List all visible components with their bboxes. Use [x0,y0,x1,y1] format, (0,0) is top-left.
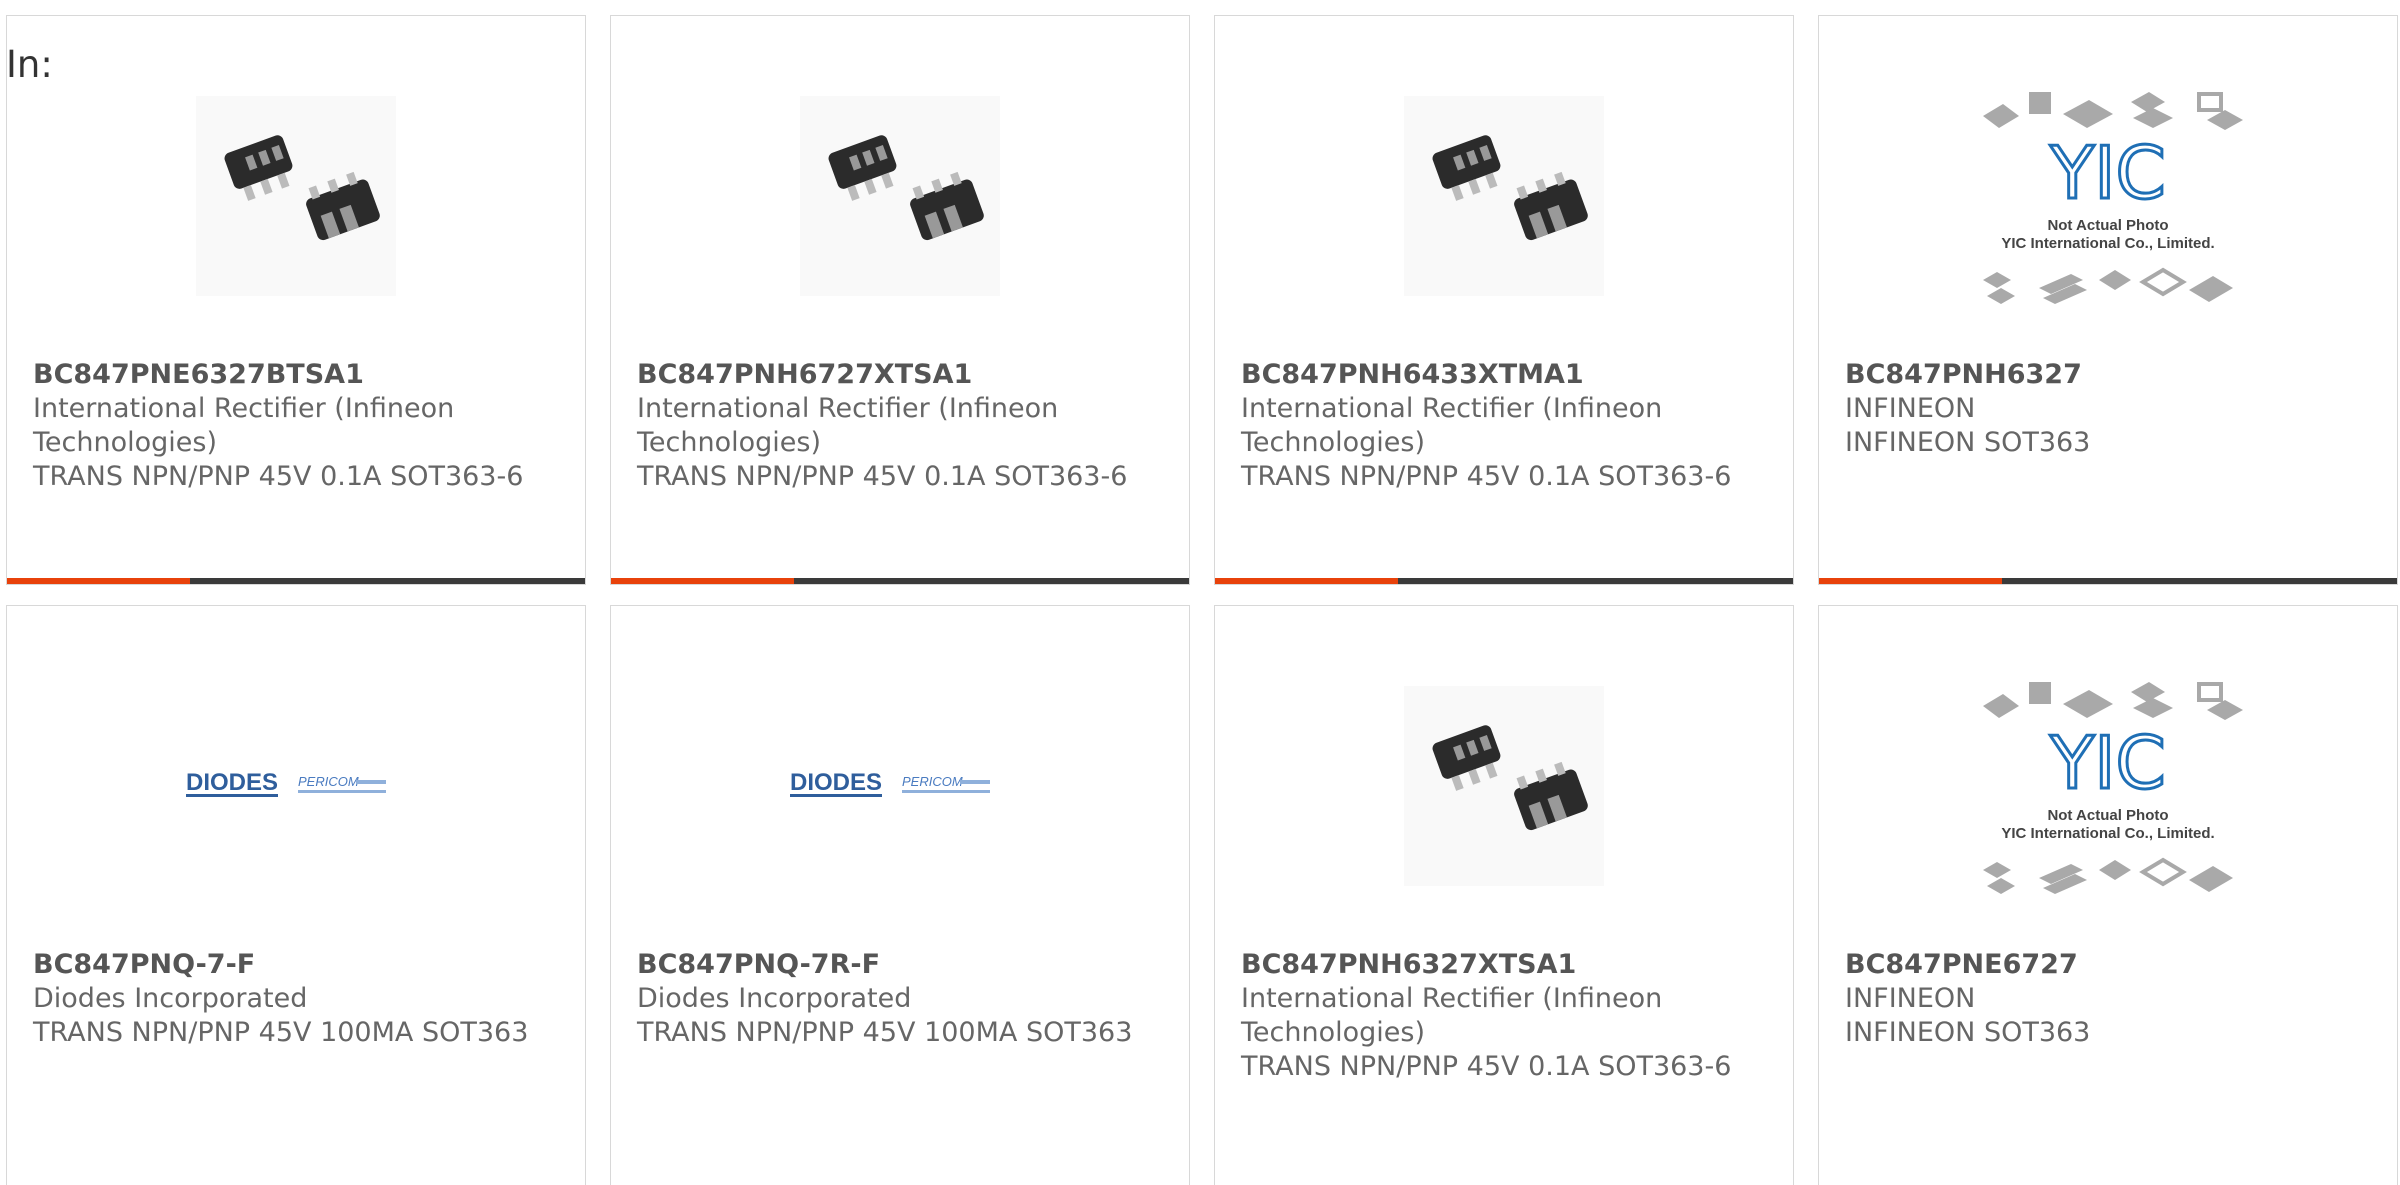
manufacturer: INFINEON [1845,983,1976,1014]
placeholder-line1: Not Actual Photo [2047,807,2168,824]
diodes-logo-text: DIODES [186,769,278,796]
description: INFINEON SOT363 [1845,1017,2091,1048]
product-card[interactable]: YIC Not Actual Photo YIC International C… [1818,15,2398,585]
product-info: BC847PNH6327 INFINEON INFINEON SOT363 [1845,358,2377,460]
yic-logo-mark: YIC [2049,721,2166,805]
manufacturer: Diodes Incorporated [637,983,912,1014]
card-bar-accent [7,578,190,584]
product-card[interactable]: BC847PNH6433XTMA1 International Rectifie… [1214,15,1794,585]
part-number[interactable]: BC847PNH6327 [1845,358,2377,392]
sot363-package-photo [1404,686,1604,886]
card-bar [1819,578,2397,584]
product-card[interactable]: DIODES PERICOM BC847PNQ-7-F Diodes Incor… [6,605,586,1185]
part-number[interactable]: BC847PNH6327XTSA1 [1241,948,1773,982]
description: TRANS NPN/PNP 45V 100MA SOT363 [637,1017,1133,1048]
product-image[interactable]: YIC Not Actual Photo YIC International C… [1819,86,2397,306]
yic-placeholder-image: YIC Not Actual Photo YIC International C… [1983,682,2243,894]
manufacturer: International Rectifier (Infineon Techno… [1241,393,1663,458]
product-image[interactable]: YIC Not Actual Photo YIC International C… [1819,676,2397,896]
part-number[interactable]: BC847PNE6727 [1845,948,2377,982]
placeholder-line1: Not Actual Photo [2047,217,2168,234]
product-card[interactable]: BC847PNE6327BTSA1 International Rectifie… [6,15,586,585]
part-number[interactable]: BC847PNH6433XTMA1 [1241,358,1773,392]
sot363-package-photo [800,96,1000,296]
part-number[interactable]: BC847PNQ-7R-F [637,948,1169,982]
product-info: BC847PNQ-7-F Diodes Incorporated TRANS N… [33,948,565,1050]
sot363-package-photo [196,96,396,296]
description: TRANS NPN/PNP 45V 0.1A SOT363-6 [637,461,1128,492]
product-image[interactable] [1215,676,1793,896]
description: TRANS NPN/PNP 45V 0.1A SOT363-6 [33,461,524,492]
manufacturer: International Rectifier (Infineon Techno… [33,393,455,458]
product-info: BC847PNH6327XTSA1 International Rectifie… [1241,948,1773,1084]
diodes-logo-text: DIODES [790,769,882,796]
pericom-logo-text: PERICOM [902,774,963,789]
placeholder-line2: YIC International Co., Limited. [2001,235,2214,252]
yic-logo-mark: YIC [2049,131,2166,215]
product-image[interactable]: DIODES PERICOM [611,676,1189,896]
product-image[interactable] [7,86,585,306]
part-number[interactable]: BC847PNH6727XTSA1 [637,358,1169,392]
product-card[interactable]: DIODES PERICOM BC847PNQ-7R-F Diodes Inco… [610,605,1190,1185]
placeholder-line2: YIC International Co., Limited. [2001,825,2214,842]
product-image[interactable] [611,86,1189,306]
product-info: BC847PNQ-7R-F Diodes Incorporated TRANS … [637,948,1169,1050]
description: TRANS NPN/PNP 45V 0.1A SOT363-6 [1241,461,1732,492]
diodes-logo-image: DIODES PERICOM [790,769,990,797]
manufacturer: International Rectifier (Infineon Techno… [637,393,1059,458]
manufacturer: International Rectifier (Infineon Techno… [1241,983,1663,1048]
sot363-package-photo [1404,96,1604,296]
card-bar-accent [611,578,794,584]
card-bar-accent [1819,578,2002,584]
product-info: BC847PNE6727 INFINEON INFINEON SOT363 [1845,948,2377,1050]
product-image[interactable] [1215,86,1793,306]
manufacturer: Diodes Incorporated [33,983,308,1014]
product-info: BC847PNE6327BTSA1 International Rectifie… [33,358,565,494]
description: INFINEON SOT363 [1845,427,2091,458]
card-bar [1215,578,1793,584]
part-number[interactable]: BC847PNE6327BTSA1 [33,358,565,392]
product-image[interactable]: DIODES PERICOM [7,676,585,896]
card-bar [611,578,1189,584]
product-card[interactable]: BC847PNH6727XTSA1 International Rectifie… [610,15,1190,585]
product-card[interactable]: YIC Not Actual Photo YIC International C… [1818,605,2398,1185]
product-grid: BC847PNE6327BTSA1 International Rectifie… [0,0,2400,1185]
pericom-logo-text: PERICOM [298,774,359,789]
card-bar-accent [1215,578,1398,584]
product-card[interactable]: BC847PNH6327XTSA1 International Rectifie… [1214,605,1794,1185]
diodes-logo-image: DIODES PERICOM [186,769,386,797]
description: TRANS NPN/PNP 45V 100MA SOT363 [33,1017,529,1048]
product-info: BC847PNH6433XTMA1 International Rectifie… [1241,358,1773,494]
description: TRANS NPN/PNP 45V 0.1A SOT363-6 [1241,1051,1732,1082]
in-label: In: [6,43,53,86]
card-bar [7,578,585,584]
product-info: BC847PNH6727XTSA1 International Rectifie… [637,358,1169,494]
yic-placeholder-image: YIC Not Actual Photo YIC International C… [1983,92,2243,304]
part-number[interactable]: BC847PNQ-7-F [33,948,565,982]
manufacturer: INFINEON [1845,393,1976,424]
